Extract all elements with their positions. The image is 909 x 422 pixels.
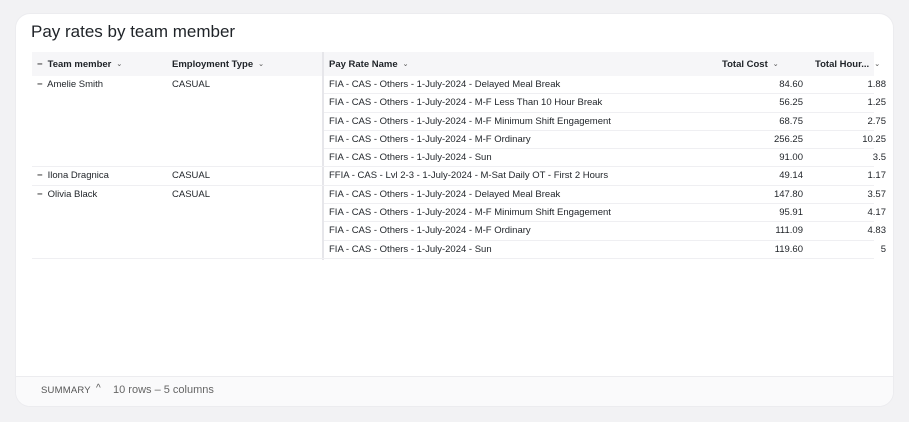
table-row[interactable]: FIA - CAS - Others - 1-July-2024 - M-F M…: [32, 204, 886, 223]
chevron-down-icon[interactable]: ⌄: [874, 60, 880, 68]
pay-rates-table: − Team member ⌄ Employment Type ⌄ Pay Rate…: [32, 52, 886, 260]
pay-rate-name-cell: FIA - CAS - Others - 1-July-2024 - Delay…: [329, 79, 561, 90]
table-row[interactable]: − Amelie Smith CASUAL FIA - CAS - Others -…: [32, 76, 886, 95]
pay-rate-name-cell: FIA - CAS - Others - 1-July-2024 - M-F O…: [329, 133, 531, 145]
total-cost-cell: 119.60: [774, 243, 803, 255]
employment-type-cell: CASUAL: [172, 170, 211, 182]
column-header-pay-rate-name[interactable]: Pay Rate Name ⌄: [329, 59, 409, 70]
total-hours-cell: 1.17: [867, 170, 887, 182]
collapse-all-icon[interactable]: −: [37, 59, 45, 70]
total-hours-cell: 3.5: [872, 152, 886, 164]
team-member-cell: − Ilona Dragnica: [37, 170, 109, 181]
chevron-down-icon[interactable]: ⌄: [403, 60, 409, 68]
table-row[interactable]: FIA - CAS - Others - 1-July-2024 - M-F O…: [32, 222, 886, 241]
total-hours-cell: 4.17: [867, 207, 887, 219]
total-cost-cell: 49.14: [779, 170, 803, 182]
pay-rate-name-cell: FFIA - CAS - Lvl 2-3 - 1-July-2024 - M-S…: [329, 170, 609, 182]
pay-rate-name-cell: FIA - CAS - Others - 1-July-2024 - M-F M…: [329, 115, 611, 127]
table-row[interactable]: FIA - CAS - Others - 1-July-2024 - M-F O…: [32, 131, 886, 150]
total-hours-cell: 10.25: [862, 133, 886, 145]
total-hours-cell: 4.83: [867, 225, 887, 237]
pay-rate-name-cell: FIA - CAS - Others - 1-July-2024 - M-F L…: [329, 97, 603, 109]
total-cost-cell: 56.25: [779, 97, 803, 109]
table-row[interactable]: FIA - CAS - Others - 1-July-2024 - M-F L…: [32, 94, 886, 113]
minus-icon[interactable]: −: [37, 189, 45, 200]
total-hours-cell: 3.57: [867, 188, 887, 200]
chevron-down-icon[interactable]: ⌄: [116, 60, 122, 68]
employment-type-cell: CASUAL: [172, 188, 211, 200]
total-hours-cell: 5: [880, 243, 886, 255]
employment-type-cell: CASUAL: [172, 79, 211, 90]
total-cost-cell: 91.00: [779, 152, 803, 164]
team-member-cell: − Amelie Smith: [37, 79, 103, 90]
chevron-down-icon[interactable]: ⌄: [258, 60, 264, 68]
table-body: − Amelie Smith CASUAL FIA - CAS - Others -…: [32, 76, 886, 259]
total-cost-cell: 84.60: [779, 79, 803, 90]
total-cost-cell: 111.09: [775, 225, 803, 237]
total-hours-cell: 1.88: [867, 79, 887, 90]
table-header: − Team member ⌄ Employment Type ⌄ Pay Rate…: [32, 52, 880, 76]
team-member-cell: − Olivia Black: [37, 189, 97, 200]
minus-icon[interactable]: −: [37, 79, 45, 90]
total-cost-cell: 256.25: [773, 133, 803, 145]
pay-rate-name-cell: FIA - CAS - Others - 1-July-2024 - Delay…: [329, 188, 561, 200]
total-cost-cell: 95.91: [779, 207, 803, 219]
pay-rate-name-cell: FIA - CAS - Others - 1-July-2024 - Sun: [329, 152, 492, 164]
summary-bar: SUMMARY ^ 10 rows – 5 columns: [16, 376, 893, 406]
pay-rate-name-cell: FIA - CAS - Others - 1-July-2024 - M-F O…: [329, 225, 531, 237]
team-member-name: Ilona Dragnica: [47, 170, 109, 182]
pay-rate-name-cell: FIA - CAS - Others - 1-July-2024 - Sun: [329, 243, 492, 255]
team-member-name: Amelie Smith: [47, 79, 104, 90]
total-hours-cell: 2.75: [867, 115, 887, 127]
table-row[interactable]: − Olivia Black CASUAL FIA - CAS - Others -…: [32, 186, 886, 205]
minus-icon[interactable]: −: [37, 170, 45, 181]
chevron-up-icon[interactable]: ^: [96, 383, 101, 394]
total-cost-cell: 147.80: [773, 188, 803, 200]
summary-label: SUMMARY: [41, 385, 91, 396]
page-title: Pay rates by team member: [31, 22, 236, 41]
row-separator: [32, 257, 874, 259]
summary-info: 10 rows – 5 columns: [113, 384, 214, 396]
table-row[interactable]: − Ilona Dragnica CASUAL FFIA - CAS - Lvl 2…: [32, 167, 886, 186]
total-cost-cell: 68.75: [779, 115, 803, 127]
chevron-down-icon[interactable]: ⌄: [773, 60, 779, 68]
table-row[interactable]: FIA - CAS - Others - 1-July-2024 - Sun 91…: [32, 149, 886, 168]
column-header-total-hours[interactable]: Total Hour... ⌄: [815, 59, 880, 70]
pay-rate-name-cell: FIA - CAS - Others - 1-July-2024 - M-F M…: [329, 207, 611, 219]
column-header-team-member[interactable]: − Team member ⌄: [37, 59, 122, 70]
table-row[interactable]: FIA - CAS - Others - 1-July-2024 - M-F M…: [32, 113, 886, 131]
column-header-employment-type[interactable]: Employment Type ⌄: [172, 59, 264, 70]
report-card: Pay rates by team member − Team member ⌄ …: [16, 14, 893, 406]
column-header-total-cost[interactable]: Total Cost ⌄: [722, 59, 779, 70]
team-member-name: Olivia Black: [47, 188, 98, 200]
table-row[interactable]: FIA - CAS - Others - 1-July-2024 - Sun 11…: [32, 241, 886, 259]
total-hours-cell: 1.25: [867, 97, 887, 109]
